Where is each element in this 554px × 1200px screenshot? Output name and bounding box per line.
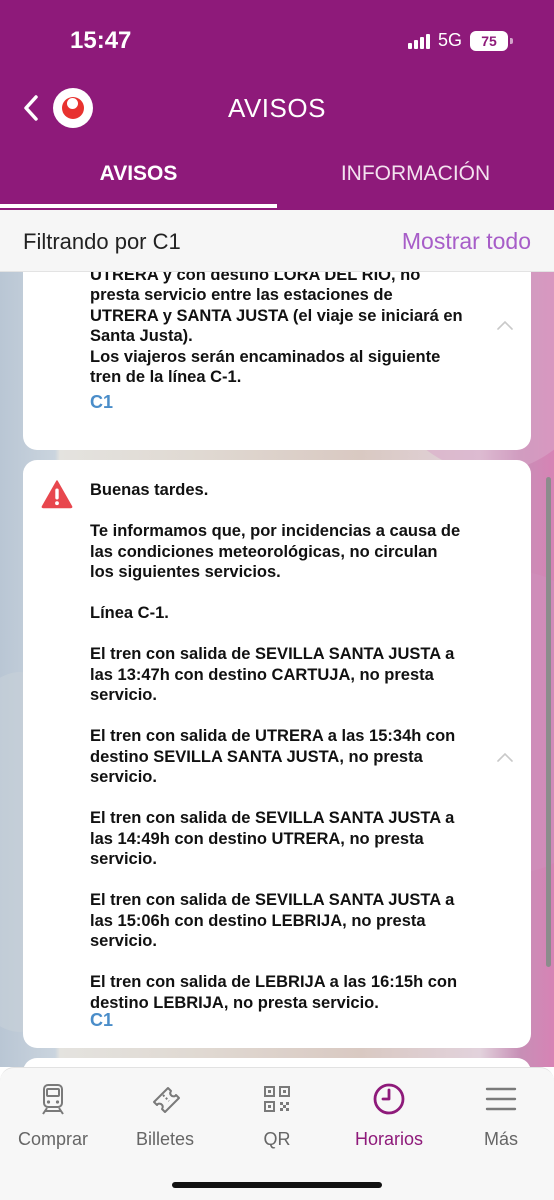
ticket-icon — [153, 1087, 180, 1113]
tabbar-item-horarios[interactable]: Horarios — [334, 1082, 444, 1150]
tabbar-item-qr[interactable]: QR — [222, 1082, 332, 1150]
tab-informacion[interactable]: INFORMACIÓN — [277, 140, 554, 210]
bottom-tab-bar: Comprar Billetes QR Horarios Más — [0, 1067, 554, 1200]
alert-card[interactable]: Buenas tardes. Te informamos que, por in… — [23, 460, 531, 1048]
alert-card[interactable]: Tren con salida a las 17:34h de la estac… — [23, 272, 531, 450]
qr-code-icon — [264, 1086, 290, 1112]
clock-icon — [373, 1083, 405, 1115]
alerts-list[interactable]: Tren con salida a las 17:34h de la estac… — [0, 272, 554, 1067]
app-header: 15:47 5G 75 AVISOS AVISOS INFORMACIÓN — [0, 0, 554, 210]
status-indicators: 5G 75 — [407, 30, 513, 51]
active-tab-indicator — [0, 204, 277, 208]
tabbar-item-mas[interactable]: Más — [446, 1082, 554, 1150]
tabbar-label: Horarios — [354, 1129, 424, 1149]
chevron-up-icon[interactable] — [495, 750, 515, 764]
status-bar: 15:47 5G 75 — [0, 0, 554, 80]
signal-icon — [407, 33, 430, 49]
nav-bar: AVISOS — [0, 80, 554, 136]
line-badge: C1 — [90, 1010, 114, 1030]
tabbar-item-comprar[interactable]: Comprar — [0, 1082, 108, 1150]
tab-bar: AVISOS INFORMACIÓN — [0, 140, 554, 210]
line-badge: C1 — [90, 392, 114, 412]
network-type: 5G — [437, 30, 462, 50]
filter-bar: Filtrando por C1 Mostrar todo — [0, 210, 554, 272]
tabbar-label: Más — [483, 1129, 518, 1149]
alert-card[interactable] — [23, 1058, 531, 1067]
alert-message: Tren con salida a las 17:34h de la estac… — [90, 272, 463, 386]
warning-icon — [41, 480, 73, 509]
tab-avisos[interactable]: AVISOS — [0, 140, 277, 210]
scrollbar[interactable] — [546, 477, 551, 967]
filter-label: Filtrando por C1 — [23, 229, 181, 254]
chevron-up-icon[interactable] — [495, 318, 515, 332]
show-all-button[interactable]: Mostrar todo — [402, 228, 531, 255]
train-icon — [42, 1084, 64, 1115]
alert-message: Buenas tardes. Te informamos que, por in… — [90, 481, 461, 1012]
status-time: 15:47 — [70, 27, 132, 54]
tabbar-label: Billetes — [135, 1129, 195, 1149]
tabbar-item-billetes[interactable]: Billetes — [110, 1082, 220, 1150]
tabbar-label: QR — [263, 1129, 291, 1149]
battery-icon: 75 — [470, 30, 513, 51]
home-indicator[interactable] — [172, 1182, 382, 1188]
page-title: AVISOS — [228, 93, 326, 123]
menu-icon — [485, 1087, 517, 1111]
tabbar-label: Comprar — [17, 1129, 88, 1149]
